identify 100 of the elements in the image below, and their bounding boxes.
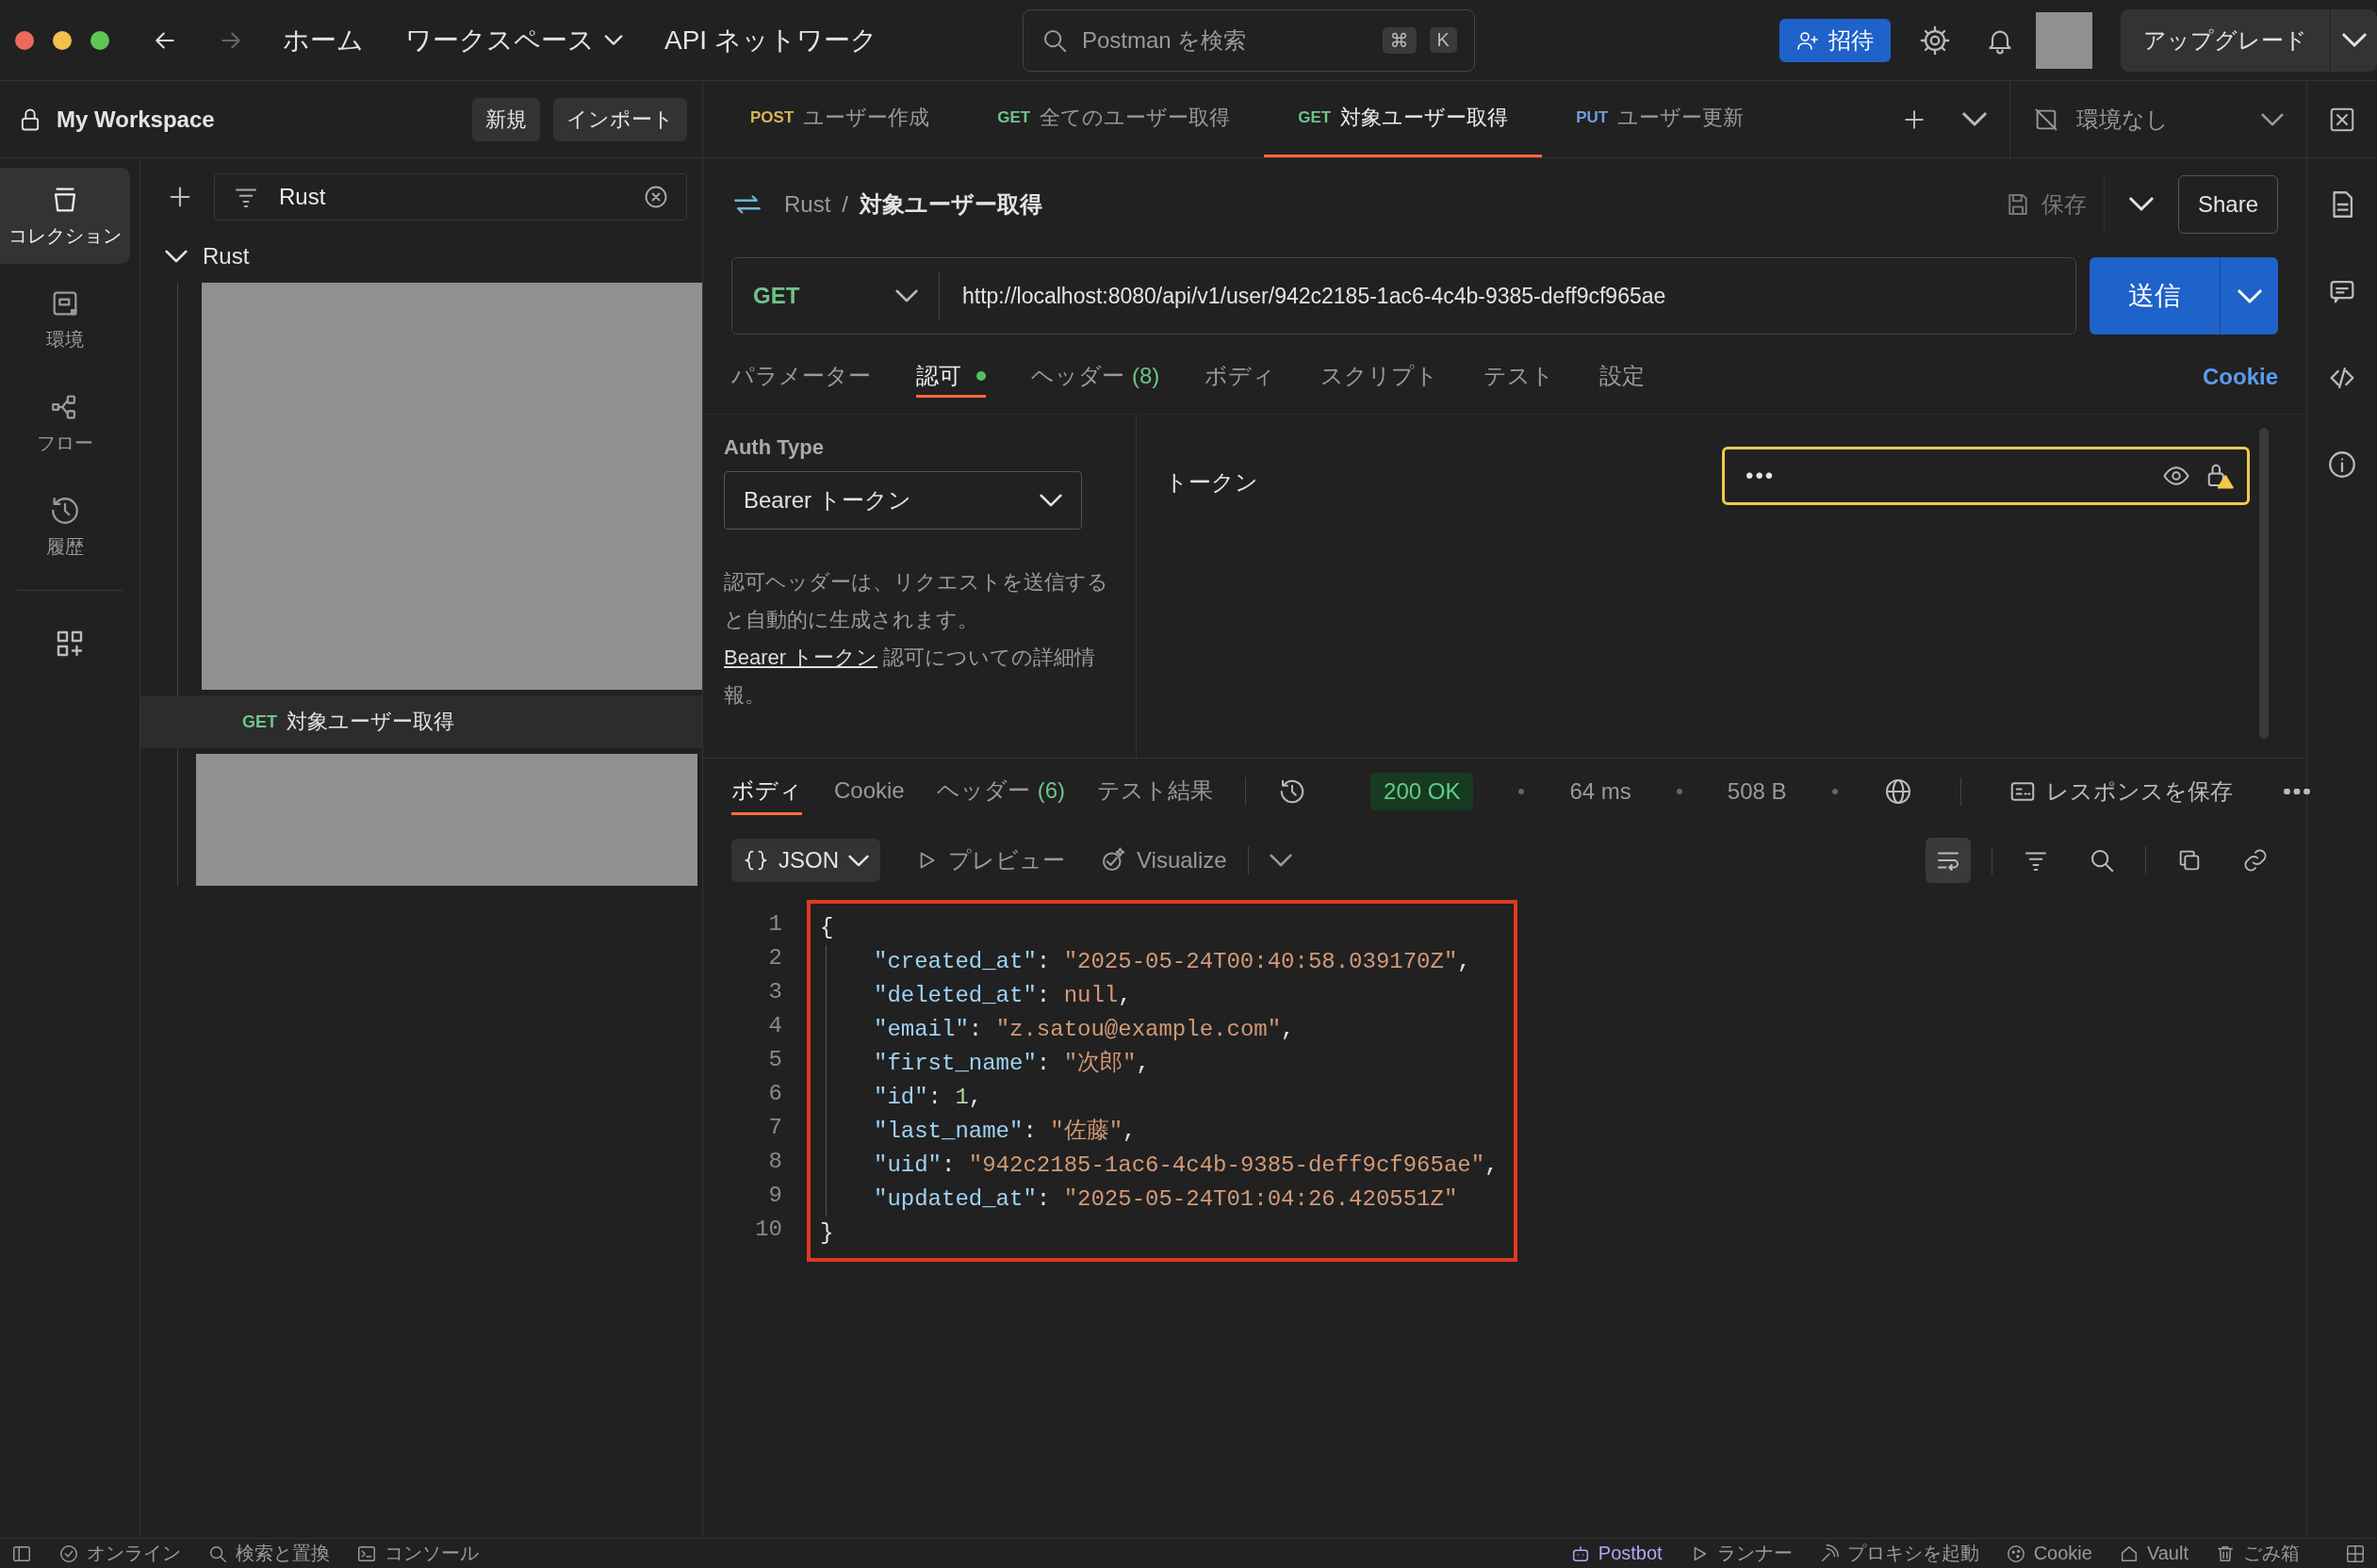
- auth-type-dropdown[interactable]: Bearer トークン: [724, 471, 1082, 530]
- info-button[interactable]: [2326, 449, 2358, 481]
- check-circle-icon: [58, 1543, 79, 1564]
- response-tab[interactable]: テスト結果: [1097, 768, 1214, 815]
- preview-button[interactable]: プレビュー: [914, 845, 1065, 875]
- status-bar-item[interactable]: Vault: [2118, 1543, 2188, 1564]
- visualize-button[interactable]: Visualize: [1099, 846, 1227, 874]
- request-tab[interactable]: GET 対象ユーザー取得: [1264, 81, 1543, 157]
- search-field[interactable]: Postman を検索 ⌘ K: [1022, 8, 1475, 72]
- chevron-down-icon: [1269, 854, 1292, 867]
- rail-item[interactable]: 環境: [0, 271, 130, 368]
- line-number: 4: [767, 1012, 782, 1040]
- status-bar-item[interactable]: プロキシを起動: [1818, 1541, 1979, 1566]
- chevron-down-icon: [848, 854, 869, 867]
- save-response-button[interactable]: レスポンスを保存: [2008, 776, 2233, 807]
- rail-item[interactable]: コレクション: [0, 168, 130, 264]
- environment-selector[interactable]: 環境なし: [2009, 81, 2307, 157]
- code-line: "updated_at": "2025-05-24T01:04:26.420551Z": [826, 1183, 1499, 1217]
- visualize-menu-button[interactable]: [1269, 854, 1292, 867]
- status-bar-item[interactable]: ごみ箱: [2215, 1541, 2300, 1566]
- request-option-tab[interactable]: ヘッダー (8): [1031, 340, 1160, 414]
- code-line: "created_at": "2025-05-24T00:40:58.039170Z",: [826, 945, 1499, 979]
- settings-button[interactable]: [1919, 24, 1951, 57]
- nav-link[interactable]: ホーム: [283, 22, 364, 58]
- request-tab[interactable]: PUT ユーザー更新: [1542, 81, 1779, 157]
- save-menu-button[interactable]: [2128, 197, 2154, 211]
- chevron-down-icon: [604, 35, 623, 45]
- shortcut-key: ⌘: [1382, 26, 1417, 54]
- request-option-tab[interactable]: テスト: [1484, 340, 1555, 414]
- filter-field[interactable]: Rust: [214, 173, 687, 220]
- request-option-tab[interactable]: スクリプト: [1320, 340, 1439, 414]
- header-button[interactable]: 新規: [472, 97, 540, 141]
- method-selector[interactable]: GET: [732, 272, 940, 319]
- status-bar-item[interactable]: Cookie: [2005, 1543, 2092, 1564]
- status-bar-item[interactable]: Postbot: [1569, 1543, 1663, 1564]
- code-line: "last_name": "佐藤",: [826, 1115, 1499, 1149]
- line-number: 5: [767, 1046, 782, 1074]
- code-line: "first_name": "次郎",: [826, 1047, 1499, 1081]
- link-icon: [2242, 847, 2269, 874]
- help-link[interactable]: Bearer トークン: [724, 645, 878, 669]
- window-zoom-button[interactable]: [90, 30, 109, 50]
- url-input[interactable]: http://localhost:8080/api/v1/user/942c2185-1ac6-4c4b-9385-deff9cf965ae: [940, 283, 1666, 309]
- window-minimize-button[interactable]: [53, 30, 72, 50]
- line-number: 1: [767, 910, 782, 939]
- save-button[interactable]: 保存: [2003, 175, 2105, 233]
- auth-help-text: 認可ヘッダーは、リクエストを送信すると自動的に生成されます。 Bearer トークン 認可についての詳細情報。: [724, 569, 1109, 709]
- line-number: 8: [767, 1148, 782, 1176]
- chevron-down-icon: [2341, 33, 2367, 47]
- status-bar-item[interactable]: コンソール: [356, 1541, 479, 1566]
- clear-icon[interactable]: [643, 184, 669, 210]
- settings-icon: [1919, 24, 1951, 57]
- line-number: 2: [767, 944, 782, 972]
- response-time: 64 ms: [1569, 778, 1631, 805]
- code-line: "email": "z.satou@example.com",: [826, 1013, 1499, 1047]
- token-label: トークン: [1165, 468, 1258, 497]
- cookie-link[interactable]: Cookie: [2203, 364, 2278, 390]
- request-title: 対象ユーザー取得: [860, 189, 1043, 219]
- request-tab[interactable]: POST ユーザー作成: [716, 81, 964, 157]
- chevron-down-icon: [2237, 288, 2262, 303]
- status-bar-item[interactable]: 検索と置換: [207, 1541, 330, 1566]
- request-option-tab[interactable]: パラメーター: [731, 340, 871, 414]
- request-option-tab[interactable]: 設定: [1599, 340, 1646, 414]
- share-button[interactable]: Share: [2177, 174, 2278, 234]
- nav-link[interactable]: API ネットワーク: [664, 22, 877, 58]
- line-number: 7: [767, 1114, 782, 1142]
- header-button[interactable]: インポート: [553, 97, 687, 141]
- rail-item[interactable]: 履歴: [0, 479, 130, 575]
- chevron-down-icon: [895, 289, 918, 302]
- breadcrumb-link[interactable]: Rust: [784, 190, 831, 218]
- code-line: "uid": "942c2185-1ac6-4c4b-9385-deff9cf965ae",: [826, 1149, 1499, 1183]
- response-tab[interactable]: Cookie: [834, 768, 905, 815]
- layout-button[interactable]: [2345, 1543, 2366, 1564]
- status-badge: 200 OK: [1370, 773, 1474, 810]
- request-tab[interactable]: GET 全てのユーザー取得: [963, 81, 1265, 157]
- more-button[interactable]: [2283, 789, 2310, 794]
- chevron-icon: [165, 250, 188, 263]
- response-tab[interactable]: ヘッダー (6): [936, 768, 1066, 815]
- scrollbar[interactable]: [2259, 428, 2269, 739]
- line-number: 9: [767, 1182, 782, 1210]
- rail-item[interactable]: フロー: [0, 375, 130, 471]
- collection-item[interactable]: Rust: [140, 230, 702, 283]
- request-option-tab[interactable]: ボディ: [1205, 340, 1276, 414]
- breadcrumb-separator: /: [842, 190, 849, 218]
- token-field[interactable]: •••: [1722, 447, 2250, 505]
- lock-warning-icon[interactable]: [2205, 462, 2234, 490]
- invite-button[interactable]: 招待: [1779, 18, 1891, 62]
- response-tab[interactable]: ボディ: [731, 768, 802, 815]
- search-placeholder: Postman を検索: [1081, 25, 1247, 55]
- status-bar-item[interactable]: オンライン: [58, 1541, 181, 1566]
- upgrade-menu-button[interactable]: [2330, 8, 2377, 72]
- response-size: 508 B: [1727, 778, 1787, 805]
- format-dropdown[interactable]: JSON: [731, 839, 880, 882]
- upgrade-button[interactable]: アップグレード: [2121, 8, 2330, 72]
- status-bar-item[interactable]: ランナー: [1688, 1541, 1793, 1566]
- window-close-button[interactable]: [15, 30, 34, 50]
- request-option-tab[interactable]: 認可: [916, 356, 986, 398]
- workspace-name: My Workspace: [57, 106, 215, 133]
- request-item[interactable]: GET 対象ユーザー取得: [140, 695, 702, 748]
- wrap-lines-button[interactable]: [1926, 838, 1971, 883]
- nav-link[interactable]: ワークスペース: [405, 22, 623, 58]
